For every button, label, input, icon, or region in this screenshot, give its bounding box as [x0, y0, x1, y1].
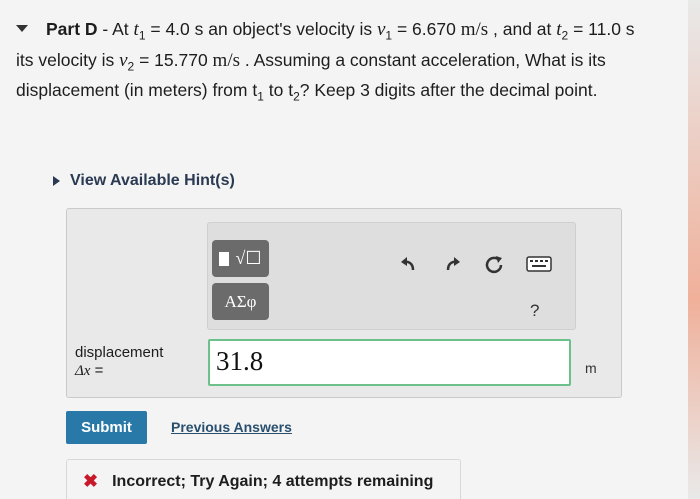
feedback-banner: ✖ Incorrect; Try Again; 4 attempts remai… [66, 459, 461, 499]
question-fragment: - At [97, 19, 134, 39]
equals-sign: = [90, 362, 104, 379]
submit-button[interactable]: Submit [66, 411, 147, 444]
expand-arrow-icon [53, 176, 60, 186]
reset-icon[interactable] [483, 253, 505, 275]
x-icon: ✖ [83, 471, 99, 491]
question-fragment: = 6.670 [392, 19, 461, 39]
feedback-text: Incorrect; Try Again; 4 attempts remaini… [112, 472, 434, 490]
displacement-label: displacement Δx = [75, 344, 163, 380]
question-fragment: = 4.0 s an object's velocity is [145, 19, 377, 39]
page: Part D - At t1 = 4.0 s an object's veloc… [0, 0, 700, 499]
page-edge [688, 0, 700, 499]
math-toolbar: √☐ ΑΣφ ? [207, 222, 576, 330]
t1-subscript: 1 [257, 89, 264, 104]
view-hints-link[interactable]: View Available Hint(s) [53, 172, 235, 190]
question-panel: Part D - At t1 = 4.0 s an object's veloc… [0, 0, 692, 499]
delta-x-symbol: Δx [75, 363, 91, 379]
displacement-label-text: displacement [75, 344, 164, 361]
question-fragment: ? Keep 3 digits after the decimal point. [299, 80, 598, 100]
templates-icon [219, 251, 230, 266]
undo-icon[interactable] [398, 253, 420, 275]
question-fragment: to t [263, 80, 294, 100]
unit-ms: m/s [460, 19, 489, 40]
keyboard-icon[interactable] [526, 256, 552, 272]
greek-symbols-button[interactable]: ΑΣφ [212, 283, 269, 320]
templates-button[interactable]: √☐ [212, 240, 269, 277]
collapse-caret-icon[interactable] [16, 25, 28, 32]
answer-input[interactable]: 31.8 [208, 339, 571, 386]
unit-label: m [585, 360, 597, 376]
question-fragment: , and at [488, 19, 557, 39]
question-fragment: = 15.770 [134, 49, 213, 70]
displacement-symbol-line: Δx = [75, 362, 163, 380]
radical-icon: √☐ [235, 248, 262, 268]
redo-icon[interactable] [441, 253, 463, 275]
t1-subscript: 1 [138, 28, 146, 43]
help-button[interactable]: ? [530, 301, 539, 321]
hints-label: View Available Hint(s) [70, 172, 235, 189]
answer-area: √☐ ΑΣφ ? displacement Δx = 31.8 m [66, 208, 622, 398]
part-label: Part D [46, 19, 98, 39]
previous-answers-link[interactable]: Previous Answers [171, 419, 292, 435]
v2-symbol: v [119, 49, 128, 71]
t2-subscript: 2 [293, 89, 300, 104]
question-text: Part D - At t1 = 4.0 s an object's veloc… [16, 17, 656, 109]
unit-ms: m/s [212, 49, 240, 71]
